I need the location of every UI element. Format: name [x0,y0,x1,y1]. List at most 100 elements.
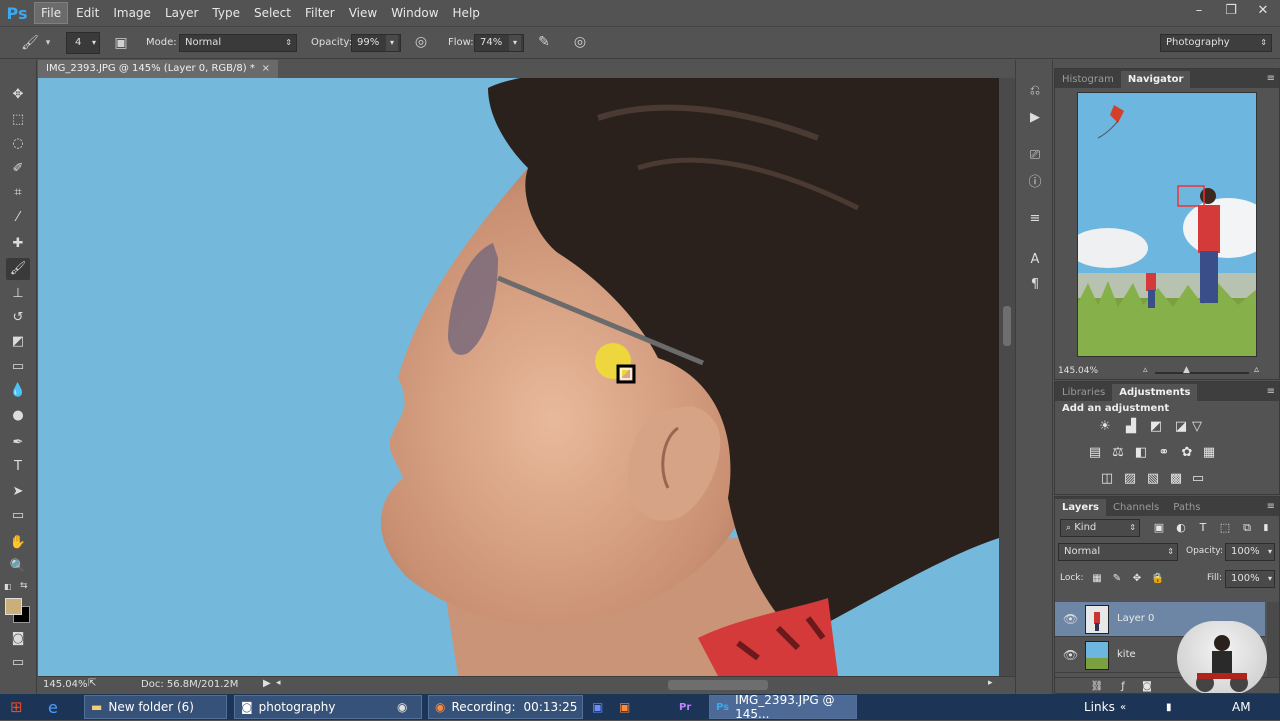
posterize-icon[interactable]: ▨ [1122,472,1138,486]
horizontal-scrollbar-thumb[interactable] [668,680,768,690]
swap-colors-icon[interactable]: ⇆ [20,581,28,591]
gradient-tool-icon[interactable]: ▭ [6,356,30,378]
chevron-down-icon[interactable]: ▾ [509,35,521,51]
dodge-tool-icon[interactable]: ● [6,405,30,427]
share-icon[interactable]: ⇱ [88,678,96,689]
battery-icon[interactable]: ▮ [1166,695,1172,719]
pressure-size-icon[interactable]: ◎ [571,34,589,50]
zoom-slider-handle[interactable]: ▲ [1183,365,1190,375]
layers-scrollbar[interactable] [1267,602,1279,677]
tab-channels[interactable]: Channels [1106,499,1166,516]
brightness-contrast-icon[interactable]: ☀ [1097,420,1113,434]
panel-menu-icon[interactable]: ≡ [1267,73,1275,84]
fx-icon[interactable]: ƒ [1115,680,1131,693]
selective-color-icon[interactable]: ▩ [1168,472,1184,486]
app-icon[interactable]: ▣ [592,695,603,719]
menu-type[interactable]: Type [206,3,246,23]
tab-navigator[interactable]: Navigator [1120,71,1191,88]
link-layers-icon[interactable]: ⛓ [1089,680,1105,693]
filter-type-icon[interactable]: T [1195,521,1211,535]
eyedropper-tool-icon[interactable]: ⁄ [6,207,30,229]
photo-filter-icon[interactable]: ⚭ [1156,446,1172,460]
mode-select[interactable]: Normal ⇕ [179,34,297,52]
clock[interactable]: AM [1232,695,1251,719]
screen-mode-icon[interactable]: ▭ [6,652,30,674]
tab-adjustments[interactable]: Adjustments [1112,384,1198,401]
filter-pixel-icon[interactable]: ▣ [1151,521,1167,535]
gradient-map-icon[interactable]: ▭ [1190,472,1206,486]
filter-adjustment-icon[interactable]: ◐ [1173,521,1189,535]
windows-start-icon[interactable]: ⊞ [10,695,23,719]
navigator-thumbnail[interactable] [1077,92,1257,357]
image-canvas[interactable] [38,78,999,676]
panel-menu-icon[interactable]: ≡ [1267,501,1275,512]
restore-button[interactable]: ❐ [1222,3,1240,18]
filter-toggle-icon[interactable]: ▮ [1258,521,1274,535]
menu-window[interactable]: Window [385,3,444,23]
add-mask-icon[interactable]: ◙ [1139,680,1155,693]
navigator-zoom[interactable]: 145.04% [1058,366,1098,376]
tab-layers[interactable]: Layers [1055,499,1106,516]
chevron-down-icon[interactable]: ▾ [386,35,398,51]
pressure-opacity-icon[interactable]: ◎ [412,34,430,50]
menu-layer[interactable]: Layer [159,3,204,23]
lock-position-icon[interactable]: ✥ [1129,572,1145,586]
tool-presets-icon[interactable]: ≡ [1023,208,1047,230]
opacity-input[interactable]: 99% ▾ [351,34,401,52]
menu-filter[interactable]: Filter [299,3,341,23]
flow-input[interactable]: 74% ▾ [474,34,524,52]
blur-tool-icon[interactable]: 💧 [6,380,30,402]
scroll-left-icon[interactable]: ◂ [276,678,281,688]
foreground-color-swatch[interactable] [5,598,22,615]
scrollbar-thumb[interactable] [1003,306,1011,346]
filter-shape-icon[interactable]: ⬚ [1217,521,1233,535]
path-select-tool-icon[interactable]: ➤ [6,481,30,503]
app-icon[interactable]: ▣ [619,695,630,719]
visibility-eye-icon[interactable]: 👁 [1063,648,1078,662]
play-icon[interactable]: ▶ [263,678,271,689]
threshold-icon[interactable]: ▧ [1145,472,1161,486]
history-icon[interactable]: ⎌ [1023,80,1047,102]
type-tool-icon[interactable]: T [6,456,30,478]
zoom-tool-icon[interactable]: 🔍 [6,556,30,578]
tray-chevron-icon[interactable]: « [1120,695,1126,719]
brush-size-picker[interactable]: 4 ▾ [66,32,100,54]
lock-all-icon[interactable]: 🔒 [1150,572,1166,586]
lock-pixels-icon[interactable]: ✎ [1109,572,1125,586]
taskbar-item-folder[interactable]: ▬ New folder (6) [84,695,227,719]
taskbar-item-photoshop[interactable]: Ps IMG_2393.JPG @ 145... [709,693,857,721]
workspace-select[interactable]: Photography ⇕ [1160,34,1272,52]
internet-explorer-icon[interactable]: e [48,695,58,719]
close-button[interactable]: ✕ [1254,3,1272,18]
healing-brush-tool-icon[interactable]: ✚ [6,233,30,255]
menu-help[interactable]: Help [447,3,486,23]
filter-smart-object-icon[interactable]: ⧉ [1239,521,1255,535]
menu-image[interactable]: Image [107,3,157,23]
properties-icon[interactable]: ⎚ [1023,145,1047,167]
vertical-scrollbar[interactable] [999,78,1015,676]
color-lookup-icon[interactable]: ▦ [1201,446,1217,460]
rectangle-tool-icon[interactable]: ▭ [6,505,30,527]
color-balance-icon[interactable]: ⚖ [1110,446,1126,460]
chrome-icon[interactable]: ◉ [397,695,407,719]
crop-tool-icon[interactable]: ⌗ [6,182,30,204]
layer-name[interactable]: Layer 0 [1117,613,1154,624]
paragraph-icon[interactable]: ¶ [1023,274,1047,296]
quick-select-tool-icon[interactable]: ✐ [6,158,30,180]
layer-opacity-input[interactable]: 100% ▾ [1225,543,1275,561]
links-toolbar[interactable]: Links [1084,695,1115,719]
menu-select[interactable]: Select [248,3,297,23]
levels-icon[interactable]: ▟ [1123,420,1139,434]
marquee-tool-icon[interactable]: ⬚ [6,109,30,131]
brush-tool-icon[interactable]: 🖌 [6,258,30,280]
lock-transparency-icon[interactable]: ▦ [1089,572,1105,586]
exposure-icon[interactable]: ◪ [1173,420,1189,434]
airbrush-icon[interactable]: ✎ [535,34,553,50]
close-icon[interactable]: × [262,63,270,74]
taskbar-item-photography[interactable]: ◙ photography [234,695,422,719]
hand-tool-icon[interactable]: ✋ [6,532,30,554]
quick-mask-icon[interactable]: ◙ [6,628,30,650]
fill-input[interactable]: 100% ▾ [1225,570,1275,588]
layer-name[interactable]: kite [1117,649,1136,660]
tab-histogram[interactable]: Histogram [1055,71,1121,88]
